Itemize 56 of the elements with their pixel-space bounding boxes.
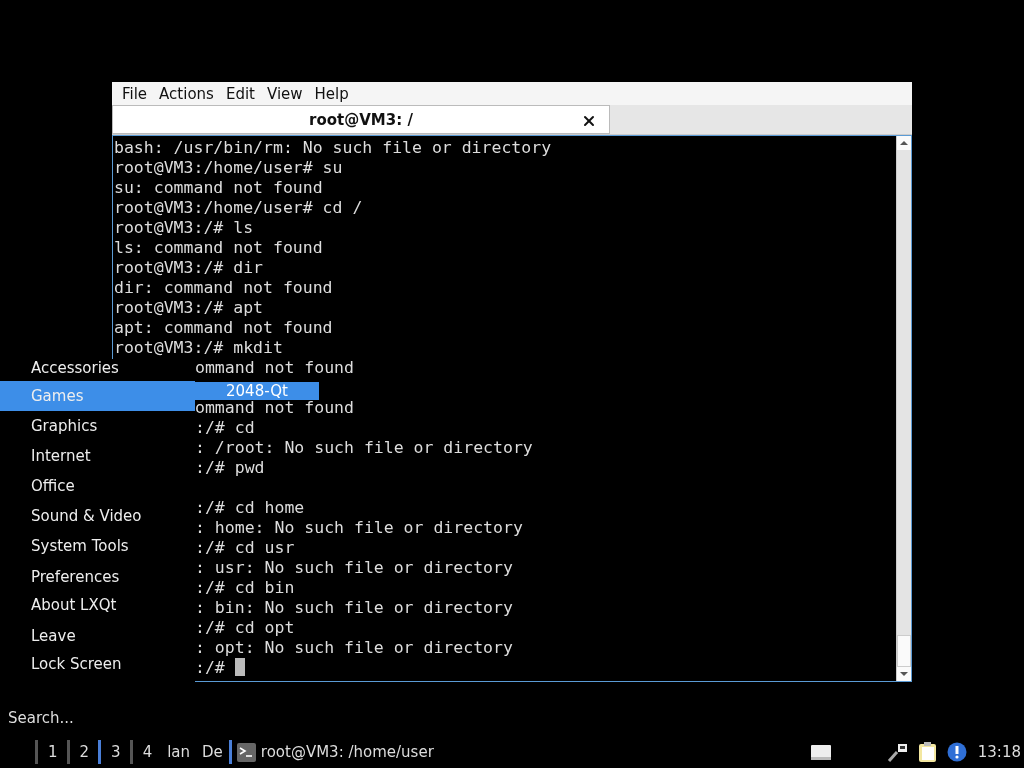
clipboard-icon[interactable] <box>917 741 938 763</box>
quicklaunch-label[interactable]: De <box>196 743 229 761</box>
terminal-line: : usr: No such file or directory <box>194 558 514 578</box>
menu-category[interactable]: About LXQt <box>0 590 195 620</box>
quicklaunch-label[interactable]: lan <box>161 743 197 761</box>
menu-item[interactable]: Help <box>308 84 355 103</box>
terminal-icon <box>236 742 256 762</box>
terminal-line: : home: No such file or directory <box>194 518 524 538</box>
terminal-line: root@VM3:/home/user# su <box>114 158 344 178</box>
terminal-line: :/# cd bin <box>194 578 296 598</box>
menu-category[interactable]: Graphics <box>0 411 195 441</box>
desktop-button[interactable]: 1 <box>35 740 67 764</box>
menu-category[interactable]: Lock Screen <box>0 649 195 679</box>
info-icon[interactable] <box>946 742 967 762</box>
tab-title: root@VM3: / <box>309 110 413 129</box>
terminal-line: root@VM3:/home/user# cd / <box>114 198 364 218</box>
clock[interactable]: 13:18 <box>977 743 1021 761</box>
terminal-line: root@VM3:/# apt <box>114 298 264 318</box>
menu-category[interactable]: Leave <box>0 627 195 649</box>
menu-category[interactable]: Accessories <box>0 359 195 381</box>
network-icon[interactable] <box>886 742 909 762</box>
terminal-line: ls: command not found <box>114 238 324 258</box>
text-cursor <box>234 658 245 676</box>
terminal-line: : bin: No such file or directory <box>194 598 514 618</box>
menu-item[interactable]: Actions <box>153 84 220 103</box>
menu-item[interactable]: Edit <box>219 84 261 103</box>
terminal-line: root@VM3:/# mkdit <box>114 338 284 358</box>
scrollbar[interactable] <box>896 136 911 681</box>
terminal-line: root@VM3:/# dir <box>114 258 264 278</box>
terminal-line: apt: command not found <box>114 318 334 338</box>
menu-category[interactable]: Sound & Video <box>0 501 195 531</box>
close-icon[interactable] <box>581 113 597 129</box>
terminal-line: bash: /usr/bin/rm: No such file or directory <box>114 138 553 158</box>
scroll-thumb[interactable] <box>897 635 911 667</box>
terminal-prompt: :/# <box>195 658 225 677</box>
terminal-line: :/# cd <box>194 418 256 438</box>
terminal-line: dir: command not found <box>114 278 334 298</box>
terminal-tab[interactable]: root@VM3: / <box>112 105 610 134</box>
desktop-button[interactable]: 3 <box>98 740 130 764</box>
terminal-line: :/# pwd <box>194 458 266 478</box>
drive-icon[interactable] <box>809 743 832 761</box>
menu-category[interactable]: Preferences <box>0 568 195 590</box>
terminal-line: su: command not found <box>114 178 324 198</box>
desktop-button[interactable]: 2 <box>66 740 99 764</box>
terminal-line: ommand not found <box>194 398 355 418</box>
terminal-line: :/# cd opt <box>194 618 296 638</box>
menu-item[interactable]: View <box>260 84 309 103</box>
menu-category[interactable]: Internet <box>0 441 195 471</box>
menu-item[interactable]: File <box>116 84 154 103</box>
terminal-line: root@VM3:/# ls <box>114 218 255 238</box>
menu-category[interactable]: Office <box>0 471 195 501</box>
desktop-button[interactable]: 4 <box>129 740 162 764</box>
menu-category[interactable]: System Tools <box>0 531 195 561</box>
terminal-line: : opt: No such file or directory <box>194 638 514 658</box>
task-button[interactable]: root@VM3: /home/user <box>228 740 434 764</box>
terminal-line: : /root: No such file or directory <box>194 438 534 458</box>
